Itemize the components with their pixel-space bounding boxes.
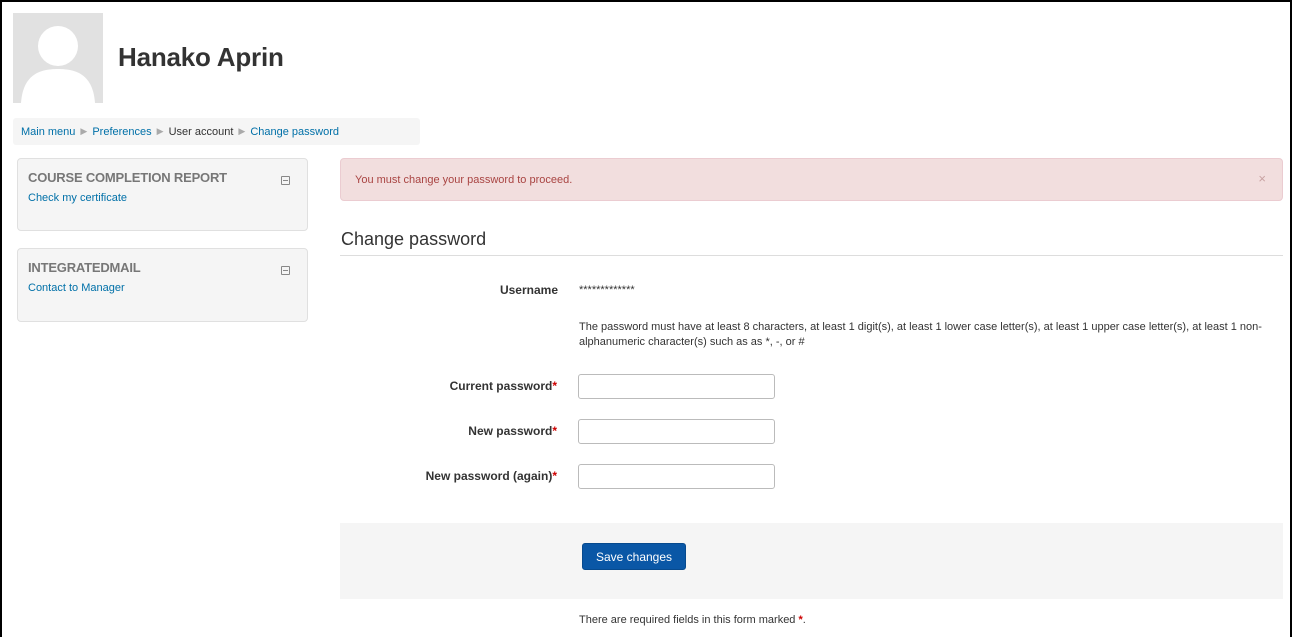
collapse-block-icon[interactable] <box>281 176 290 185</box>
check-certificate-link[interactable]: Check my certificate <box>28 192 297 204</box>
footnote-text: There are required fields in this form m… <box>579 614 796 626</box>
new-password-input[interactable] <box>578 419 775 444</box>
current-password-label: Current password* <box>450 379 557 393</box>
avatar[interactable] <box>13 13 103 103</box>
collapse-block-icon[interactable] <box>281 266 290 275</box>
breadcrumb: Main menu ▶ Preferences ▶ User account ▶… <box>13 118 420 145</box>
form-title: Change password <box>341 229 487 249</box>
new-password-again-input[interactable] <box>578 464 775 489</box>
triangle-right-icon: ▶ <box>80 126 88 136</box>
new-password-label: New password* <box>468 424 557 438</box>
new-password-again-label: New password (again)* <box>426 469 557 483</box>
triangle-right-icon: ▶ <box>238 126 246 136</box>
block-integratedmail: INTEGRATEDMAIL Contact to Manager <box>17 248 308 322</box>
block-title: COURSE COMPLETION REPORT <box>28 170 227 185</box>
form-actions: Save changes <box>340 523 1283 599</box>
error-alert: You must change your password to proceed… <box>340 158 1283 201</box>
password-policy-text: The password must have at least 8 charac… <box>579 321 1262 348</box>
current-password-input[interactable] <box>578 374 775 399</box>
required-icon: * <box>552 379 557 393</box>
new-password-again-label-text: New password (again) <box>425 469 553 483</box>
required-icon: * <box>552 424 557 438</box>
block-title: INTEGRATEDMAIL <box>28 260 141 275</box>
breadcrumb-preferences[interactable]: Preferences <box>92 126 151 138</box>
username-value: ************* <box>579 284 635 296</box>
close-icon[interactable]: × <box>1258 171 1266 186</box>
footnote-end: . <box>802 614 806 626</box>
new-password-label-text: New password <box>468 424 553 438</box>
required-icon: * <box>552 469 557 483</box>
contact-manager-link[interactable]: Contact to Manager <box>28 282 297 294</box>
alert-message: You must change your password to proceed… <box>355 173 573 186</box>
breadcrumb-main-menu[interactable]: Main menu <box>21 126 75 138</box>
triangle-right-icon: ▶ <box>156 126 164 136</box>
breadcrumb-change-password[interactable]: Change password <box>250 126 339 138</box>
breadcrumb-user-account: User account <box>168 125 234 138</box>
divider <box>340 255 1283 256</box>
user-name: Hanako Aprin <box>118 42 284 72</box>
current-password-label-text: Current password <box>449 379 553 393</box>
block-course-completion-report: COURSE COMPLETION REPORT Check my certif… <box>17 158 308 231</box>
required-fields-note: There are required fields in this form m… <box>579 614 806 626</box>
user-silhouette-icon <box>13 13 103 103</box>
save-changes-button[interactable]: Save changes <box>582 543 686 570</box>
username-label: Username <box>499 283 558 297</box>
